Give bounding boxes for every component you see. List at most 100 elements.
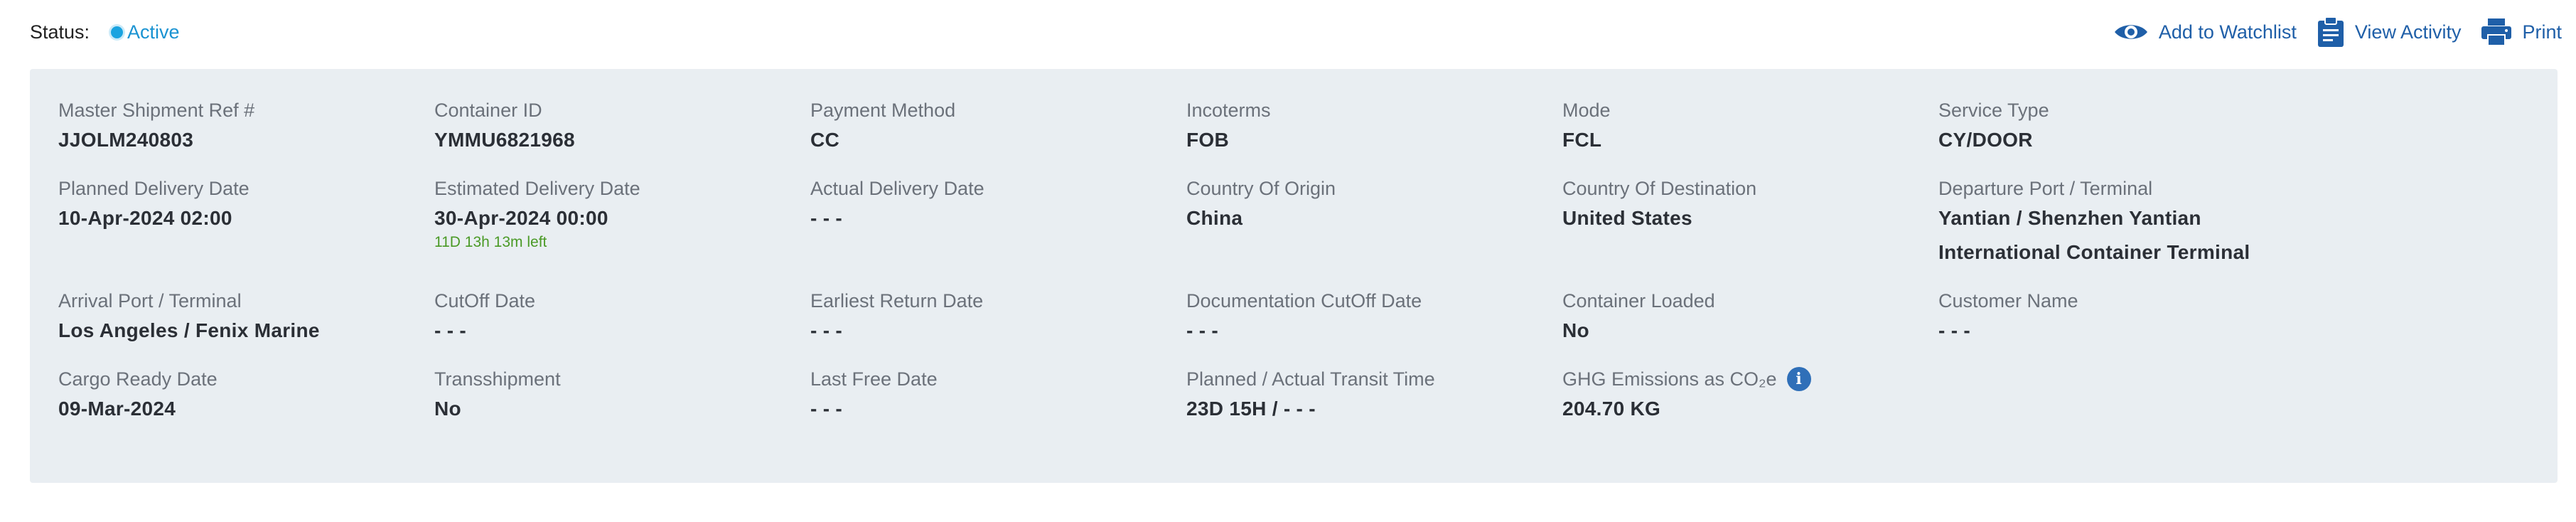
field-label: Planned / Actual Transit Time [1186, 366, 1562, 392]
field-value: FCL [1562, 129, 1602, 151]
field-label: Container Loaded [1562, 288, 1938, 314]
field-label: Estimated Delivery Date [434, 176, 810, 201]
field-label-text: Transshipment [434, 368, 561, 390]
field-ghg-emissions-as-co-e: GHG Emissions as CO₂e i 204.70 KG [1562, 366, 1938, 426]
field-country-of-origin: Country Of Origin China [1186, 176, 1562, 270]
field-label: Service Type [1938, 97, 2314, 123]
field-label-text: Mode [1562, 100, 1611, 121]
field-customer-name: Customer Name - - - [1938, 288, 2314, 348]
field-label-text: Actual Delivery Date [810, 178, 984, 199]
field-label-text: Country Of Origin [1186, 178, 1336, 199]
eye-icon [2113, 21, 2149, 43]
field-label: Last Free Date [810, 366, 1186, 392]
field-value: 30-Apr-2024 00:00 [434, 207, 608, 229]
field-value: - - - [810, 319, 843, 341]
field-mode: Mode FCL [1562, 97, 1938, 157]
field-label-text: Documentation CutOff Date [1186, 290, 1422, 311]
add-to-watchlist-label: Add to Watchlist [2158, 21, 2297, 43]
field-value: - - - [434, 319, 467, 341]
field-earliest-return-date: Earliest Return Date - - - [810, 288, 1186, 348]
field-value: - - - [1186, 319, 1219, 341]
field-value: - - - [1938, 319, 1971, 341]
field-label: Payment Method [810, 97, 1186, 123]
print-button[interactable]: Print [2481, 18, 2562, 46]
field-value: JJOLM240803 [58, 129, 194, 151]
field-value: No [434, 398, 461, 420]
field-label: Transshipment [434, 366, 810, 392]
time-remaining-note: 11D 13h 13m left [434, 234, 547, 250]
field-cutoff-date: CutOff Date - - - [434, 288, 810, 348]
field-label: Departure Port / Terminal [1938, 176, 2314, 201]
field-label: Planned Delivery Date [58, 176, 434, 201]
field-label-text: Country Of Destination [1562, 178, 1757, 199]
field-actual-delivery-date: Actual Delivery Date - - - [810, 176, 1186, 270]
status-value: Active [127, 21, 180, 43]
shipment-details-panel: Master Shipment Ref # JJOLM240803 Containe… [30, 69, 2558, 483]
field-transshipment: Transshipment No [434, 366, 810, 426]
field-value: FOB [1186, 129, 1230, 151]
field-master-shipment-ref: Master Shipment Ref # JJOLM240803 [58, 97, 434, 157]
field-planned-delivery-date: Planned Delivery Date 10-Apr-2024 02:00 [58, 176, 434, 270]
action-links: Add to Watchlist View Activity Print [2093, 16, 2562, 48]
field-label-text: Earliest Return Date [810, 290, 984, 311]
field-label-text: CutOff Date [434, 290, 536, 311]
field-label: GHG Emissions as CO₂e i [1562, 366, 1938, 392]
field-value: No [1562, 319, 1589, 341]
field-value: China [1186, 207, 1243, 229]
details-grid: Master Shipment Ref # JJOLM240803 Containe… [58, 97, 2314, 426]
field-value: Yantian / Shenzhen Yantian International… [1938, 207, 2250, 263]
clipboard-icon [2317, 16, 2345, 48]
field-label: CutOff Date [434, 288, 810, 314]
field-label: Customer Name [1938, 288, 2314, 314]
field-label-text: Container ID [434, 100, 542, 121]
field-value: United States [1562, 207, 1692, 229]
field-label-text: Customer Name [1938, 290, 2078, 311]
field-incoterms: Incoterms FOB [1186, 97, 1562, 157]
field-label-text: Container Loaded [1562, 290, 1715, 311]
add-to-watchlist-button[interactable]: Add to Watchlist [2113, 21, 2297, 43]
status-label: Status: [30, 21, 90, 43]
field-label: Incoterms [1186, 97, 1562, 123]
field-label-text: Planned / Actual Transit Time [1186, 368, 1435, 390]
field-cargo-ready-date: Cargo Ready Date 09-Mar-2024 [58, 366, 434, 426]
field-last-free-date: Last Free Date - - - [810, 366, 1186, 426]
field-value: 10-Apr-2024 02:00 [58, 207, 232, 229]
field-label-text: GHG Emissions as CO₂e [1562, 368, 1777, 390]
view-activity-label: View Activity [2354, 21, 2462, 43]
field-label: Country Of Destination [1562, 176, 1938, 201]
field-label-text: Last Free Date [810, 368, 938, 390]
field-label: Cargo Ready Date [58, 366, 434, 392]
field-label-text: Cargo Ready Date [58, 368, 218, 390]
field-label: Country Of Origin [1186, 176, 1562, 201]
field-value: Los Angeles / Fenix Marine [58, 319, 320, 341]
field-value: - - - [810, 398, 843, 420]
shipment-details-page: Status: Active Add to Watchlist View Act… [0, 0, 2576, 522]
field-label: Container ID [434, 97, 810, 123]
field-label-text: Payment Method [810, 100, 956, 121]
field-service-type: Service Type CY/DOOR [1938, 97, 2314, 157]
field-documentation-cutoff-date: Documentation CutOff Date - - - [1186, 288, 1562, 348]
top-bar: Status: Active Add to Watchlist View Act… [30, 16, 2562, 48]
field-label: Actual Delivery Date [810, 176, 1186, 201]
status-indicator: Status: Active [30, 21, 180, 43]
field-estimated-delivery-date: Estimated Delivery Date 30-Apr-2024 00:00… [434, 176, 810, 270]
field-label-text: Arrival Port / Terminal [58, 290, 242, 311]
field-container-loaded: Container Loaded No [1562, 288, 1938, 348]
field-payment-method: Payment Method CC [810, 97, 1186, 157]
field-label: Earliest Return Date [810, 288, 1186, 314]
field-value: YMMU6821968 [434, 129, 575, 151]
field-value: 09-Mar-2024 [58, 398, 176, 420]
field-label-text: Master Shipment Ref # [58, 100, 255, 121]
info-icon[interactable]: i [1786, 367, 1811, 391]
view-activity-button[interactable]: View Activity [2317, 16, 2462, 48]
field-value: CC [810, 129, 840, 151]
status-dot-icon [111, 26, 124, 38]
field-container-id: Container ID YMMU6821968 [434, 97, 810, 157]
field-label: Arrival Port / Terminal [58, 288, 434, 314]
field-arrival-port-terminal: Arrival Port / Terminal Los Angeles / Fen… [58, 288, 434, 348]
field-label: Master Shipment Ref # [58, 97, 434, 123]
field-label: Documentation CutOff Date [1186, 288, 1562, 314]
field-label-text: Incoterms [1186, 100, 1271, 121]
field-planned-actual-transit-time: Planned / Actual Transit Time 23D 15H / -… [1186, 366, 1562, 426]
field-label-text: Service Type [1938, 100, 2049, 121]
